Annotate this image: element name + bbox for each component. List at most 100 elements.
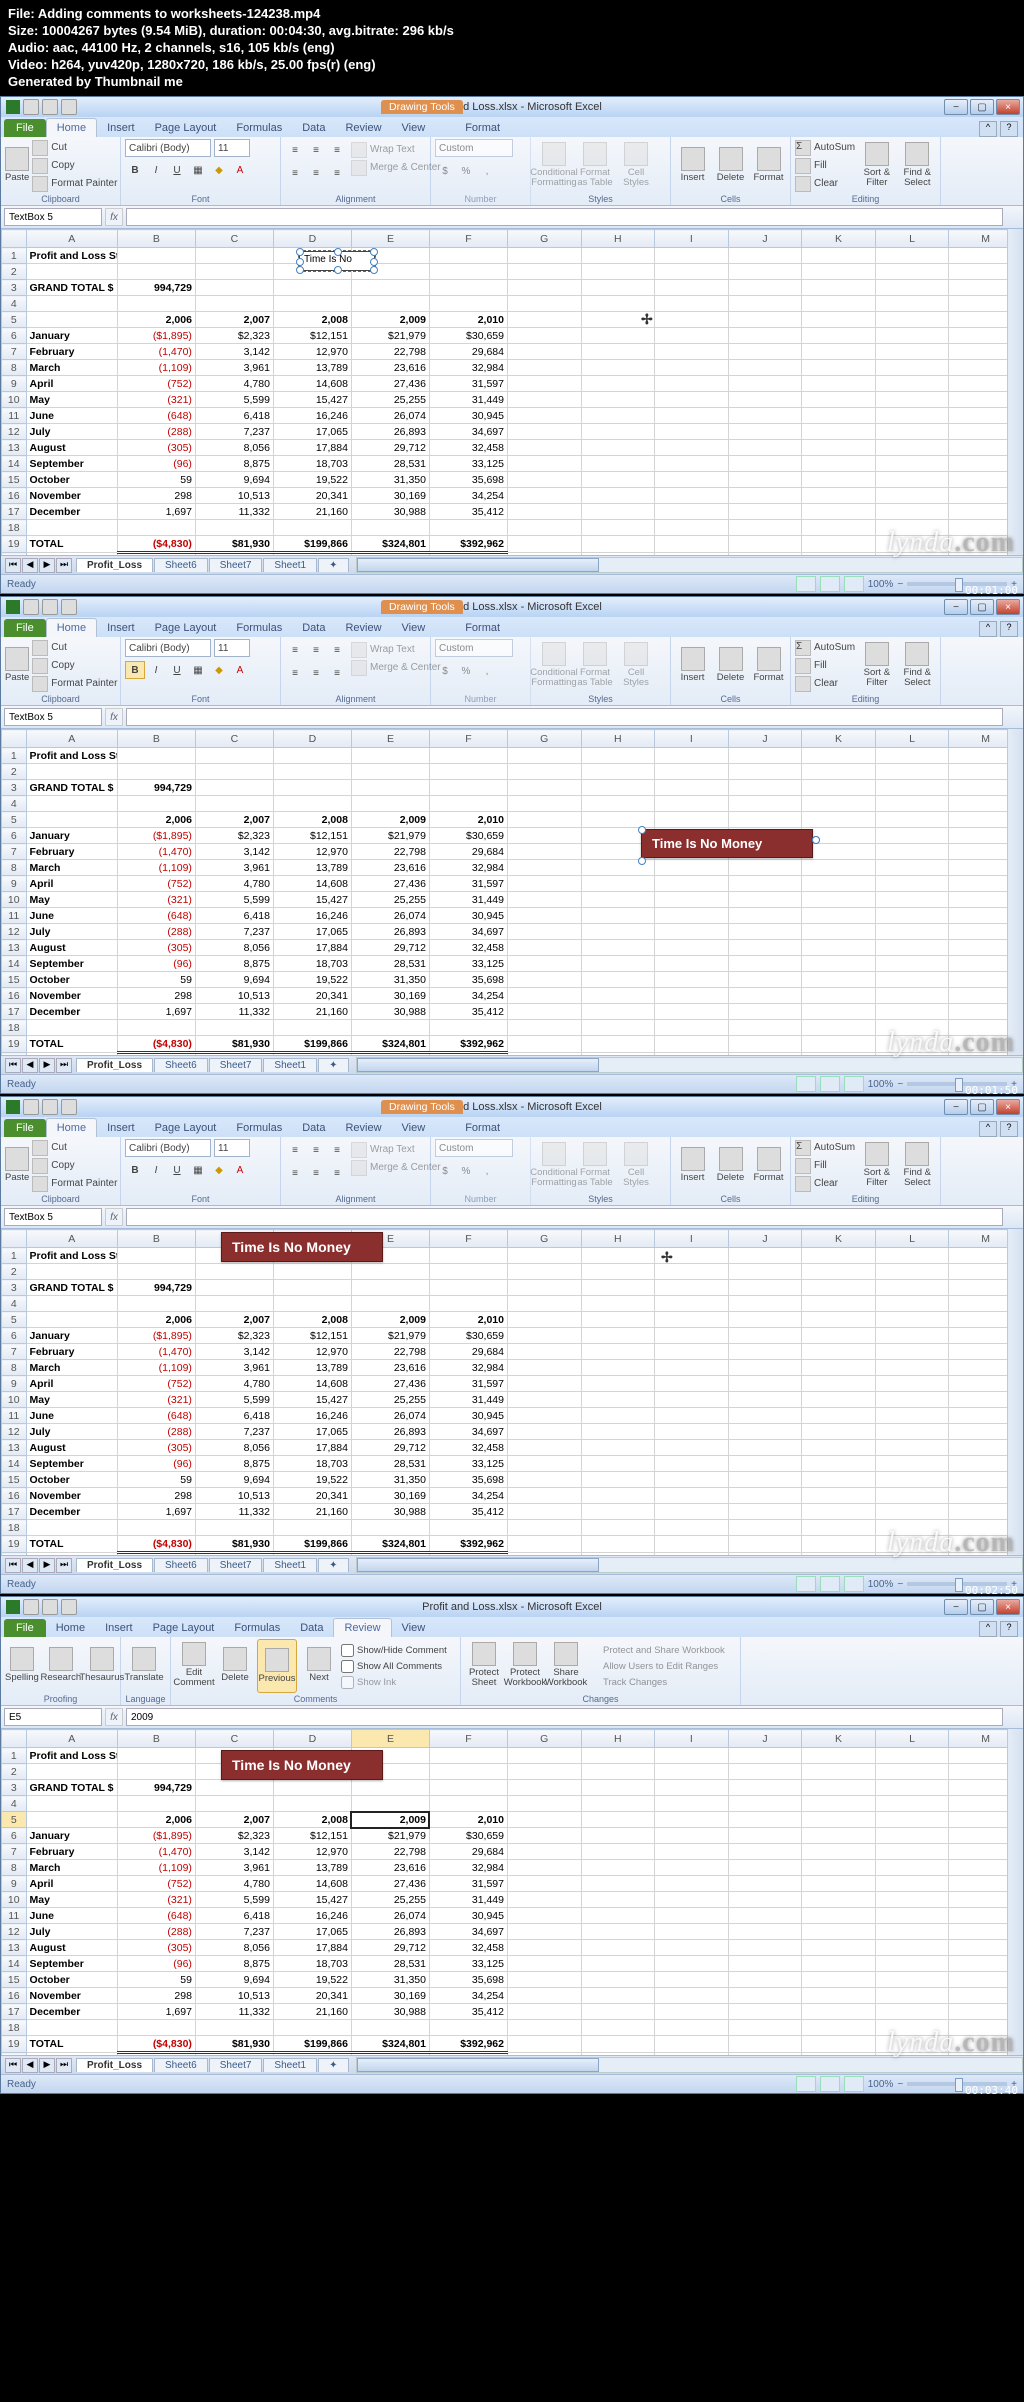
merge-center-button[interactable]: Merge & Center	[351, 659, 441, 676]
align-bot[interactable]: ≡	[327, 141, 347, 159]
vertical-scrollbar[interactable]	[1007, 1729, 1023, 2055]
formula-input[interactable]	[126, 708, 1003, 726]
bold-button[interactable]: B	[125, 661, 145, 679]
copy-button[interactable]: Copy	[32, 1157, 117, 1174]
minimize-icon[interactable]: −	[944, 1099, 968, 1115]
tab-view[interactable]: View	[392, 1619, 436, 1637]
titlebar[interactable]: Profit and Loss.xlsx - Microsoft Excel −…	[1, 1597, 1023, 1617]
close-icon[interactable]: ×	[996, 1099, 1020, 1115]
spreadsheet[interactable]: ABCDEFGHIJKLM 1Profit and Loss Statement…	[1, 229, 1023, 555]
fx-icon[interactable]: fx	[105, 708, 123, 726]
merge-center-button[interactable]: Merge & Center	[351, 159, 441, 176]
titlebar[interactable]: Profit and Loss.xlsx - Microsoft Excel D…	[1, 597, 1023, 617]
cut-button[interactable]: Cut	[32, 139, 117, 156]
maximize-icon[interactable]: ▢	[970, 99, 994, 115]
share-workbook-button[interactable]: Share Workbook	[547, 1639, 585, 1691]
number-format-combo[interactable]: Custom	[435, 639, 513, 657]
wrap-text-button[interactable]: Wrap Text	[351, 1141, 441, 1158]
tab-file[interactable]: File	[4, 1619, 46, 1637]
sheet-tab-profit-loss[interactable]: Profit_Loss	[76, 1058, 153, 1072]
redo-icon[interactable]	[61, 599, 77, 615]
align-center[interactable]: ≡	[306, 164, 326, 182]
tab-nav-next[interactable]: ▶	[39, 1058, 55, 1073]
textbox-shape[interactable]: Time Is No Money	[641, 829, 813, 858]
tab-review[interactable]: Review	[335, 1119, 391, 1137]
textbox-shape[interactable]: Time Is No Money	[221, 1232, 383, 1262]
copy-button[interactable]: Copy	[32, 657, 117, 674]
fill-button[interactable]: Fill	[795, 157, 855, 174]
underline-button[interactable]: U	[167, 161, 187, 179]
tab-review[interactable]: Review	[335, 119, 391, 137]
number-format-combo[interactable]: Custom	[435, 139, 513, 157]
formula-input[interactable]	[126, 1208, 1003, 1226]
align-left[interactable]: ≡	[285, 1164, 305, 1182]
formula-input[interactable]	[126, 208, 1003, 226]
tab-format[interactable]: Format	[455, 1119, 510, 1137]
titlebar[interactable]: Profit and Loss.xlsx - Microsoft Excel D…	[1, 97, 1023, 117]
sheet-tab-sheet7[interactable]: Sheet7	[209, 558, 263, 572]
sheet-tab-sheet1[interactable]: Sheet1	[263, 1058, 317, 1072]
previous-comment-button[interactable]: Previous	[257, 1639, 297, 1693]
format-painter-button[interactable]: Format Painter	[32, 1175, 117, 1192]
sheet-tab-profit-loss[interactable]: Profit_Loss	[76, 558, 153, 572]
underline-button[interactable]: U	[167, 1161, 187, 1179]
protect-sheet-button[interactable]: Protect Sheet	[465, 1639, 503, 1691]
tab-nav-prev[interactable]: ◀	[22, 558, 38, 573]
align-mid[interactable]: ≡	[306, 1141, 326, 1159]
bold-button[interactable]: B	[125, 161, 145, 179]
italic-button[interactable]: I	[146, 1161, 166, 1179]
maximize-icon[interactable]: ▢	[970, 1599, 994, 1615]
underline-button[interactable]: U	[167, 661, 187, 679]
font-size-combo[interactable]: 11	[214, 139, 250, 157]
ribbon-minimize-icon[interactable]: ^	[979, 621, 997, 637]
align-bot[interactable]: ≡	[327, 641, 347, 659]
sheet-tab-sheet7[interactable]: Sheet7	[209, 1558, 263, 1572]
close-icon[interactable]: ×	[996, 1599, 1020, 1615]
cell-styles-button[interactable]: Cell Styles	[617, 1139, 655, 1191]
format-as-table-button[interactable]: Format as Table	[576, 139, 614, 191]
sheet-tab-sheet6[interactable]: Sheet6	[154, 1058, 208, 1072]
textbox-shape[interactable]: Time Is No Money	[221, 1750, 383, 1780]
tab-file[interactable]: File	[4, 619, 46, 637]
close-icon[interactable]: ×	[996, 99, 1020, 115]
redo-icon[interactable]	[61, 1099, 77, 1115]
font-size-combo[interactable]: 11	[214, 1139, 250, 1157]
cell-styles-button[interactable]: Cell Styles	[617, 639, 655, 691]
find-select-button[interactable]: Find & Select	[899, 639, 936, 691]
clear-button[interactable]: Clear	[795, 175, 855, 192]
allow-users-button[interactable]: Allow Users to Edit Ranges	[588, 1659, 725, 1674]
format-as-table-button[interactable]: Format as Table	[576, 639, 614, 691]
paste-button[interactable]: Paste	[5, 639, 29, 691]
tab-nav-next[interactable]: ▶	[39, 1558, 55, 1573]
tab-view[interactable]: View	[392, 1119, 436, 1137]
vertical-scrollbar[interactable]	[1007, 229, 1023, 555]
protect-share-button[interactable]: Protect and Share Workbook	[588, 1643, 725, 1658]
tab-formulas[interactable]: Formulas	[226, 119, 292, 137]
zoom-out-button[interactable]: −	[897, 1079, 903, 1090]
align-bot[interactable]: ≡	[327, 1141, 347, 1159]
page-layout-view-button[interactable]	[820, 1076, 840, 1092]
research-button[interactable]: Research	[42, 1639, 80, 1691]
delete-cells-button[interactable]: Delete	[713, 139, 748, 191]
delete-comment-button[interactable]: Delete	[216, 1639, 254, 1691]
autosum-button[interactable]: ΣAutoSum	[795, 1139, 855, 1156]
tab-nav-first[interactable]: ⏮	[5, 558, 21, 573]
tab-nav-first[interactable]: ⏮	[5, 1058, 21, 1073]
clear-button[interactable]: Clear	[795, 1175, 855, 1192]
save-icon[interactable]	[23, 99, 39, 115]
font-size-combo[interactable]: 11	[214, 639, 250, 657]
tab-insert[interactable]: Insert	[97, 119, 145, 137]
page-layout-view-button[interactable]	[820, 1576, 840, 1592]
align-mid[interactable]: ≡	[306, 641, 326, 659]
wrap-text-button[interactable]: Wrap Text	[351, 141, 441, 158]
delete-cells-button[interactable]: Delete	[713, 639, 748, 691]
tab-format[interactable]: Format	[455, 119, 510, 137]
insert-cells-button[interactable]: Insert	[675, 1139, 710, 1191]
cell-styles-button[interactable]: Cell Styles	[617, 139, 655, 191]
show-hide-comment-button[interactable]: Show/Hide Comment	[341, 1643, 447, 1658]
tab-file[interactable]: File	[4, 119, 46, 137]
tab-home[interactable]: Home	[46, 1118, 97, 1137]
tab-nav-last[interactable]: ⏭	[56, 1058, 72, 1073]
new-sheet-tab[interactable]: ✦	[318, 1558, 348, 1572]
tab-nav-prev[interactable]: ◀	[22, 1058, 38, 1073]
